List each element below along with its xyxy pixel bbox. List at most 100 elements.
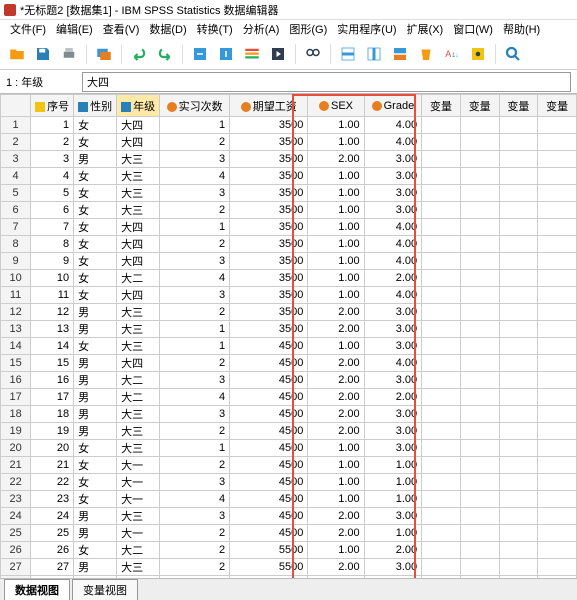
cell[interactable]: 女 [74, 134, 117, 151]
cell[interactable]: 4.00 [364, 117, 421, 134]
cell[interactable] [499, 423, 538, 440]
table-row[interactable]: 66女大三235001.003.00 [1, 202, 577, 219]
cell[interactable]: 1.00 [308, 542, 364, 559]
cell[interactable]: 4500 [230, 491, 308, 508]
cell[interactable] [422, 134, 461, 151]
cell[interactable]: 1.00 [308, 219, 364, 236]
cell[interactable]: 大四 [117, 219, 160, 236]
cell[interactable] [422, 338, 461, 355]
cell[interactable]: 3.00 [364, 508, 421, 525]
cell[interactable]: 2 [160, 355, 230, 372]
cell[interactable]: 2 [160, 202, 230, 219]
table-row[interactable]: 1818男大三345002.003.00 [1, 406, 577, 423]
cell[interactable] [460, 321, 499, 338]
cell[interactable] [460, 236, 499, 253]
col-header-var[interactable]: 变量 [460, 95, 499, 117]
col-header-seq[interactable]: 序号 [31, 95, 74, 117]
menu-item[interactable]: 窗口(W) [449, 21, 497, 37]
cell[interactable] [460, 440, 499, 457]
cell[interactable]: 4500 [230, 338, 308, 355]
cell[interactable] [422, 287, 461, 304]
cell[interactable]: 1.00 [308, 576, 364, 579]
table-row[interactable]: 2626女大二255001.002.00 [1, 542, 577, 559]
cell[interactable]: 4 [160, 168, 230, 185]
cell[interactable] [422, 236, 461, 253]
cell[interactable] [538, 542, 577, 559]
row-header[interactable]: 23 [1, 491, 31, 508]
menu-item[interactable]: 实用程序(U) [333, 21, 400, 37]
cell[interactable] [460, 304, 499, 321]
row-header[interactable]: 22 [1, 474, 31, 491]
cell[interactable]: 1 [31, 117, 74, 134]
row-header[interactable]: 24 [1, 508, 31, 525]
cell[interactable]: 大一 [117, 491, 160, 508]
insert-variable-icon[interactable] [363, 43, 385, 65]
cell[interactable] [538, 134, 577, 151]
table-row[interactable]: 2222女大一345001.001.00 [1, 474, 577, 491]
cell[interactable] [422, 117, 461, 134]
cell[interactable]: 3.00 [364, 185, 421, 202]
cell[interactable]: 大三 [117, 168, 160, 185]
row-header[interactable]: 26 [1, 542, 31, 559]
cell[interactable] [422, 542, 461, 559]
cell[interactable]: 4500 [230, 525, 308, 542]
cell[interactable]: 大四 [117, 287, 160, 304]
cell[interactable] [460, 508, 499, 525]
cell[interactable]: 男 [74, 508, 117, 525]
cell[interactable]: 3.00 [364, 168, 421, 185]
row-header[interactable]: 8 [1, 236, 31, 253]
cell[interactable]: 3 [31, 151, 74, 168]
cell[interactable]: 3.00 [364, 440, 421, 457]
col-header-var[interactable]: 变量 [538, 95, 577, 117]
col-header-sex-cn[interactable]: 性别 [74, 95, 117, 117]
cell[interactable] [460, 525, 499, 542]
cell[interactable]: 4500 [230, 508, 308, 525]
insert-cases-icon[interactable] [337, 43, 359, 65]
table-row[interactable]: 2323女大一445001.001.00 [1, 491, 577, 508]
cell[interactable]: 16 [31, 372, 74, 389]
cell[interactable] [460, 576, 499, 579]
cell[interactable]: 22 [31, 474, 74, 491]
cell[interactable]: 2 [160, 525, 230, 542]
cell[interactable] [499, 202, 538, 219]
cell[interactable] [422, 491, 461, 508]
row-header[interactable]: 25 [1, 525, 31, 542]
cell[interactable] [499, 491, 538, 508]
cell[interactable]: 2 [160, 423, 230, 440]
cell[interactable] [460, 338, 499, 355]
table-row[interactable]: 1111女大四335001.004.00 [1, 287, 577, 304]
cell[interactable] [460, 542, 499, 559]
cell[interactable]: 3500 [230, 287, 308, 304]
cell[interactable] [499, 457, 538, 474]
cell[interactable]: 1.00 [364, 525, 421, 542]
cell[interactable] [538, 355, 577, 372]
cell[interactable]: 3.00 [364, 321, 421, 338]
cell[interactable] [460, 219, 499, 236]
cell[interactable] [422, 423, 461, 440]
cell[interactable]: 1 [160, 117, 230, 134]
table-row[interactable]: 55女大三335001.003.00 [1, 185, 577, 202]
cell[interactable]: 大二 [117, 372, 160, 389]
cell[interactable]: 大三 [117, 559, 160, 576]
cell[interactable] [538, 270, 577, 287]
cell[interactable]: 23 [31, 491, 74, 508]
cell[interactable]: 1.00 [308, 491, 364, 508]
cell[interactable] [499, 508, 538, 525]
search-icon[interactable] [502, 43, 524, 65]
cell[interactable]: 1.00 [308, 253, 364, 270]
cell[interactable] [460, 270, 499, 287]
cell[interactable]: 4 [160, 491, 230, 508]
cell[interactable]: 女 [74, 576, 117, 579]
col-header-salary[interactable]: 期望工资 [230, 95, 308, 117]
cell[interactable]: 女 [74, 236, 117, 253]
cell[interactable] [499, 236, 538, 253]
cell[interactable] [499, 253, 538, 270]
cell[interactable]: 3 [160, 253, 230, 270]
table-row[interactable]: 1919男大三245002.003.00 [1, 423, 577, 440]
cell[interactable] [422, 508, 461, 525]
cell[interactable]: 15 [31, 355, 74, 372]
cell[interactable]: 女 [74, 457, 117, 474]
row-header[interactable]: 19 [1, 423, 31, 440]
cell[interactable]: 大四 [117, 134, 160, 151]
cell[interactable]: 2.00 [308, 372, 364, 389]
